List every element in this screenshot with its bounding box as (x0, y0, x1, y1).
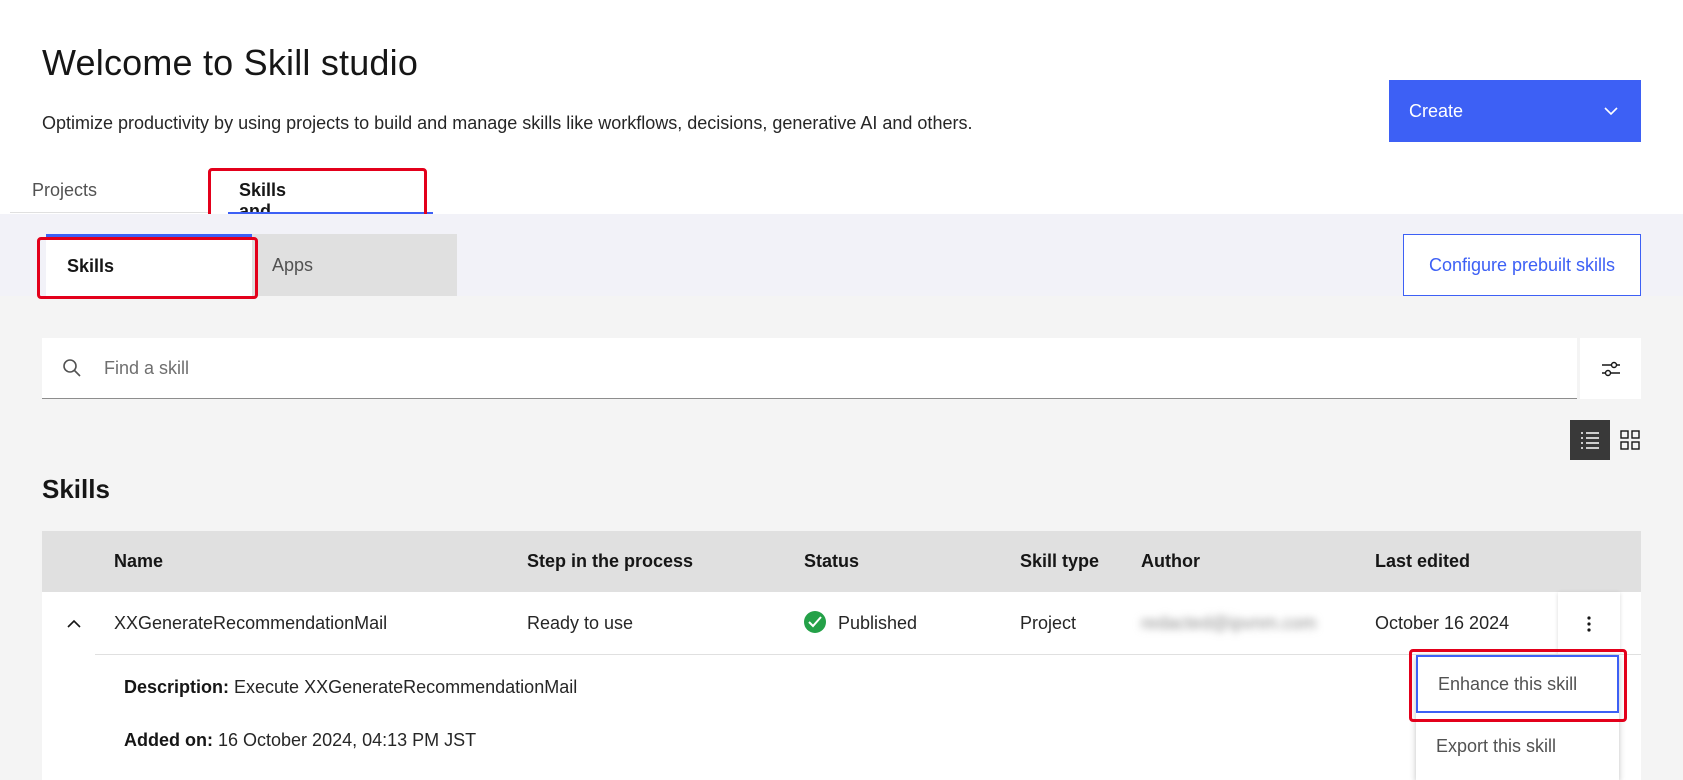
column-header-author[interactable]: Author (1141, 551, 1200, 572)
status-label: Published (838, 613, 918, 633)
grid-view-toggle[interactable] (1610, 420, 1650, 460)
added-on-label: Added on: (124, 730, 213, 750)
subtab-apps[interactable]: Apps (252, 234, 457, 296)
row-expanded-details: Description: Execute XXGenerateRecommend… (42, 655, 1641, 780)
column-header-status[interactable]: Status (804, 551, 859, 572)
table-row[interactable]: XXGenerateRecommendationMail Ready to us… (42, 592, 1641, 655)
table-header: Name Step in the process Status Skill ty… (42, 531, 1641, 592)
page-title: Welcome to Skill studio (42, 42, 419, 83)
skill-description: Description: Execute XXGenerateRecommend… (124, 677, 577, 698)
search-bar (42, 338, 1577, 399)
chevron-down-icon (1604, 107, 1618, 116)
column-header-step[interactable]: Step in the process (527, 551, 693, 572)
page-subtitle: Optimize productivity by using projects … (42, 113, 973, 133)
description-label: Description: (124, 677, 230, 697)
column-header-name[interactable]: Name (114, 551, 163, 572)
skill-name[interactable]: XXGenerateRecommendationMail (114, 613, 387, 634)
subtab-apps-label: Apps (272, 254, 314, 275)
chevron-up-icon[interactable] (64, 614, 84, 634)
column-header-last-edited[interactable]: Last edited (1375, 551, 1470, 572)
skill-step: Ready to use (527, 613, 634, 633)
search-input[interactable] (104, 338, 1554, 398)
overflow-menu-icon (1587, 615, 1591, 632)
create-button[interactable]: Create (1389, 80, 1641, 142)
column-header-skill-type[interactable]: Skill type (1020, 551, 1099, 572)
tab-projects[interactable]: Projects (32, 170, 97, 214)
list-icon (1581, 432, 1599, 449)
overflow-menu-button[interactable] (1558, 592, 1620, 655)
skill-status: Published (804, 611, 918, 635)
checkmark-circle-icon (804, 611, 826, 634)
list-view-toggle[interactable] (1570, 420, 1610, 460)
search-icon (63, 359, 81, 377)
skill-type: Project (1020, 613, 1077, 633)
section-title: Skills (42, 474, 110, 504)
highlight-box-menu (1409, 649, 1627, 722)
create-button-label: Create (1409, 100, 1464, 121)
skill-last-edited: October 16 2024 (1375, 613, 1510, 633)
skill-author: redacted@ipvnm.com (1141, 613, 1317, 633)
skill-added-on: Added on: 16 October 2024, 04:13 PM JST (124, 730, 476, 751)
highlight-box-subtab (37, 237, 258, 299)
sliders-icon (1601, 361, 1620, 376)
description-value: Execute XXGenerateRecommendationMail (234, 677, 578, 697)
configure-prebuilt-skills-button[interactable]: Configure prebuilt skills (1403, 234, 1641, 296)
tabs-divider (10, 212, 210, 213)
filter-button[interactable] (1580, 338, 1641, 399)
menu-item-export-skill[interactable]: Export this skill (1416, 717, 1619, 775)
added-on-value: 16 October 2024, 04:13 PM JST (218, 730, 477, 750)
grid-icon (1620, 430, 1640, 450)
